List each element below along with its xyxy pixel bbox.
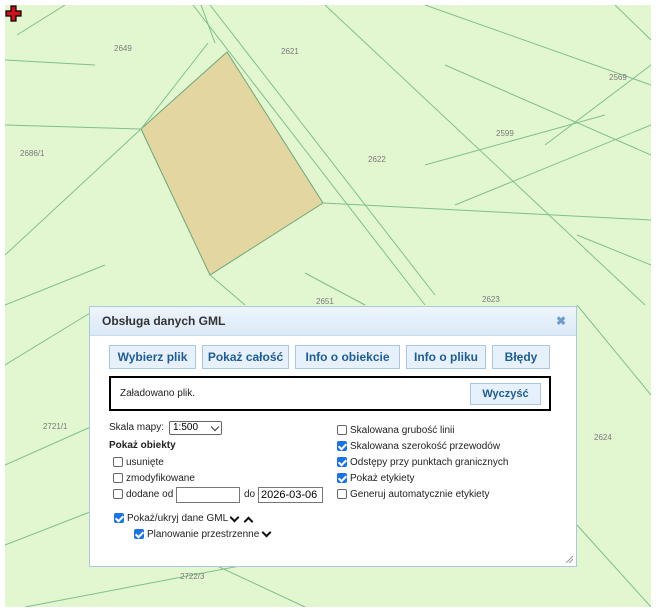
chevron-down-icon[interactable] (261, 527, 272, 538)
option-checkbox[interactable] (337, 489, 347, 499)
option-checkbox[interactable] (337, 457, 347, 467)
scale-select[interactable]: 1:500 (169, 421, 222, 435)
parcel-label: 2721/1 (43, 422, 68, 431)
parcel-label: 2569 (609, 73, 627, 82)
chevron-down-icon[interactable] (229, 512, 240, 523)
gml-panel: Obsługa danych GML ✖ Wybierz plik Pokaż … (89, 306, 577, 567)
status-box: Załadowano plik. Wyczyść (109, 376, 551, 411)
option-label: Generuj automatycznie etykiety (350, 489, 490, 500)
parcel-label: 2686/1 (20, 149, 45, 158)
planning-label: Planowanie przestrzenne (147, 529, 260, 540)
option-label: Skalowana szerokość przewodów (350, 441, 501, 452)
close-icon[interactable]: ✖ (556, 314, 566, 328)
panel-title: Obsługa danych GML (102, 314, 226, 328)
panel-header[interactable]: Obsługa danych GML ✖ (90, 307, 576, 336)
option-checkbox[interactable] (337, 473, 347, 483)
parcel-label: 2649 (114, 44, 132, 53)
option-label: Skalowana grubość linii (350, 425, 455, 436)
show-objects-heading: Pokaż obiekty (109, 440, 176, 451)
parcel-label: 2599 (496, 129, 514, 138)
clear-button[interactable]: Wyczyść (470, 383, 541, 405)
option-checkbox[interactable] (337, 441, 347, 451)
toggle-gml-checkbox[interactable] (114, 513, 124, 523)
added-from-label: dodane od (126, 489, 174, 500)
chevron-up-icon[interactable] (243, 516, 254, 527)
resize-grip-icon[interactable] (565, 555, 573, 563)
to-date-input[interactable]: 2026-03-06 (258, 487, 323, 503)
file-info-button[interactable]: Info o pliku (406, 345, 486, 369)
crosshair-marker-icon (5, 5, 22, 22)
option-label: Pokaż etykiety (350, 473, 415, 484)
removed-checkbox[interactable] (113, 457, 123, 467)
toggle-gml-label: Pokaż/ukryj dane GML (127, 513, 229, 524)
added-from-date-input[interactable] (176, 487, 240, 503)
modified-checkbox[interactable] (113, 473, 123, 483)
option-label: Odstępy przy punktach granicznych (350, 457, 509, 468)
to-label: do (244, 489, 256, 500)
selected-parcel[interactable] (140, 51, 324, 276)
scale-label: Skala mapy: (109, 422, 165, 433)
object-info-button[interactable]: Info o obiekcie (295, 345, 400, 369)
parcel-label: 2624 (594, 433, 612, 442)
errors-button[interactable]: Błędy (492, 345, 550, 369)
removed-label: usunięte (126, 457, 164, 468)
select-file-button[interactable]: Wybierz plik (109, 345, 196, 369)
modified-label: zmodyfikowane (126, 473, 195, 484)
chevron-down-icon (210, 422, 220, 432)
parcel-label: 2621 (281, 47, 299, 56)
planning-checkbox[interactable] (134, 529, 144, 539)
status-text: Załadowano plik. (120, 388, 196, 399)
parcel-label: 2651 (316, 297, 334, 306)
show-all-button[interactable]: Pokaż całość (202, 345, 289, 369)
parcel-label: 2622 (368, 155, 386, 164)
scale-select-value: 1:500 (173, 422, 199, 433)
added-from-checkbox[interactable] (113, 489, 123, 499)
option-checkbox[interactable] (337, 425, 347, 435)
parcel-label: 2722/3 (180, 572, 205, 581)
parcel-label: 2623 (482, 295, 500, 304)
